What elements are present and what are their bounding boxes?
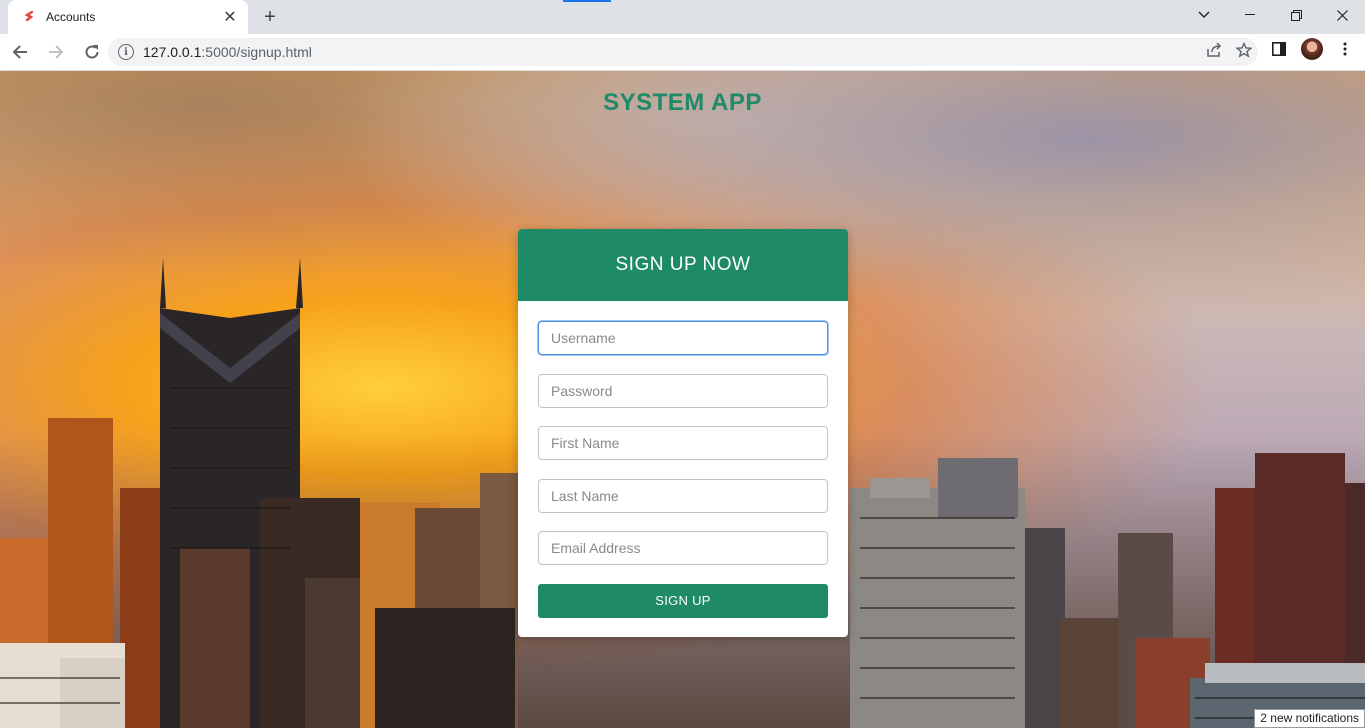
signup-form: Username Password First Name Last Name E… [518,301,848,618]
bookmark-star-icon[interactable] [1235,41,1253,63]
forward-arrow-icon[interactable] [40,36,72,68]
url-host: 127.0.0.1 [143,44,202,60]
url-text: 127.0.0.1:5000/signup.html [143,44,312,60]
signup-card: SIGN UP NOW Username Password First Name… [518,229,848,637]
toolbar-right [1267,37,1357,61]
menu-kebab-icon[interactable] [1333,37,1357,61]
site-info-icon[interactable]: i [118,44,134,60]
address-bar[interactable]: i 127.0.0.1:5000/signup.html [108,38,1258,66]
side-panel-icon[interactable] [1267,37,1291,61]
tab-search-chevron-icon[interactable] [1181,0,1227,30]
notifications-badge[interactable]: 2 new notifications [1254,709,1365,728]
back-arrow-icon[interactable] [4,36,36,68]
share-icon[interactable] [1206,41,1222,63]
app-title: SYSTEM APP [603,89,762,116]
tab-strip: Accounts ✕ + [0,0,1365,34]
username-input[interactable]: Username [538,321,828,355]
profile-avatar[interactable] [1301,38,1323,60]
tab-close-icon[interactable]: ✕ [222,9,238,26]
new-tab-button[interactable]: + [258,5,282,29]
browser-toolbar: i 127.0.0.1:5000/signup.html [0,34,1365,71]
minimize-icon[interactable] [1227,0,1273,30]
email-input[interactable]: Email Address [538,531,828,565]
password-input[interactable]: Password [538,373,828,408]
first-name-input[interactable]: First Name [538,426,828,460]
url-path: :5000/signup.html [201,44,312,60]
site-favicon-icon [22,9,38,25]
tab-drag-indicator [563,0,611,2]
window-controls [1181,0,1365,30]
browser-tab-accounts[interactable]: Accounts ✕ [8,0,248,34]
close-window-icon[interactable] [1319,0,1365,30]
restore-icon[interactable] [1273,0,1319,30]
last-name-input[interactable]: Last Name [538,478,828,513]
page-viewport: SYSTEM APP SIGN UP NOW Username Password… [0,71,1365,728]
tab-title: Accounts [46,10,96,24]
sign-up-button[interactable]: SIGN UP [538,583,828,618]
signup-card-header: SIGN UP NOW [518,229,848,301]
omnibox-actions [1206,38,1253,66]
reload-icon[interactable] [76,36,108,68]
